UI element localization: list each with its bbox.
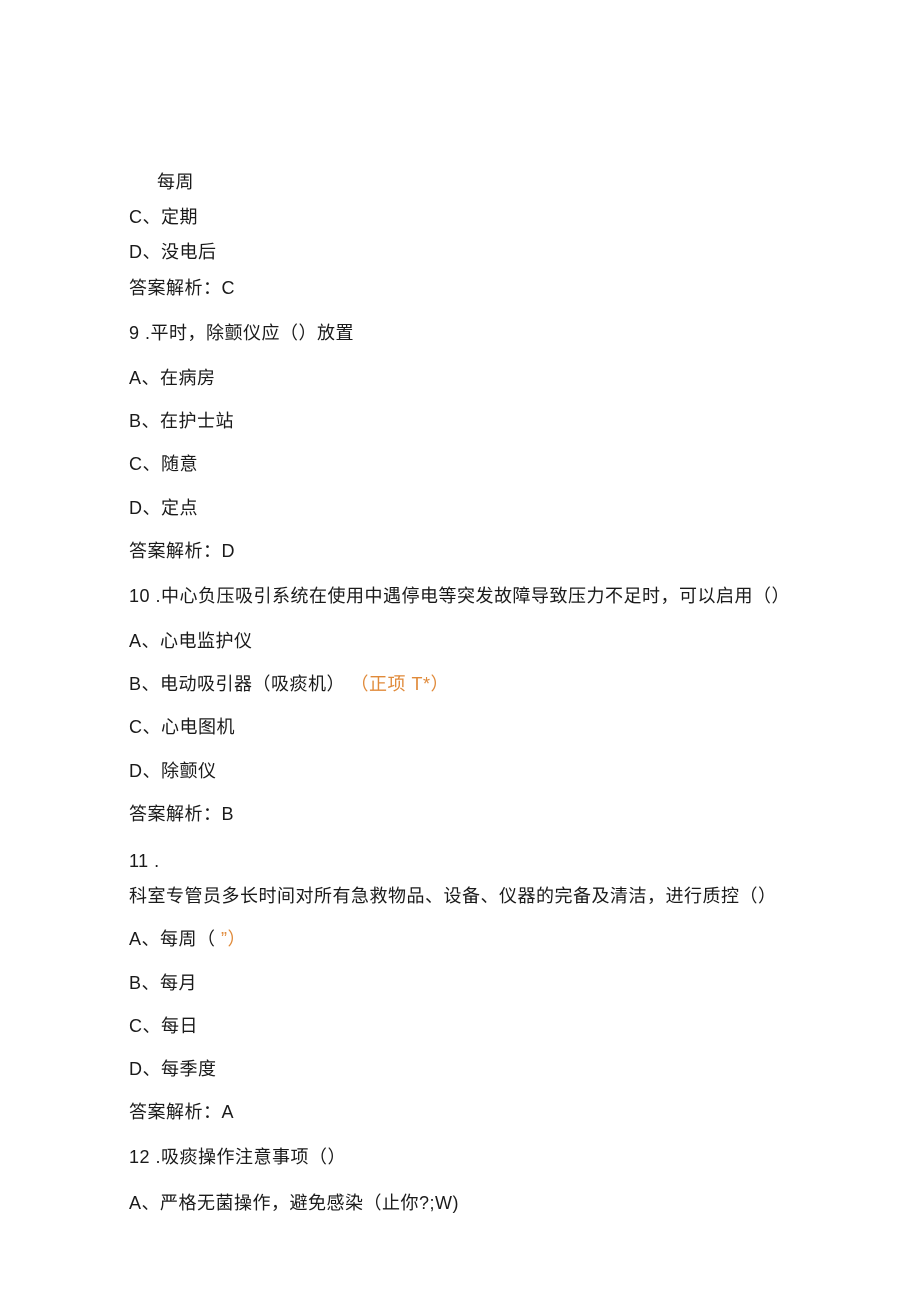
q10-option-b-main: B、电动吸引器（吸痰机） [129,674,345,694]
q12-option-a: A、严格无菌操作，避免感染（止你?;W) [129,1191,860,1216]
q9-option-a: A、在病房 [129,366,860,391]
q9-text: 9 .平时，除颤仪应（）放置 [129,321,860,346]
q11-option-c: C、每日 [129,1014,860,1039]
q11-num: 11 . [129,849,860,874]
q11-option-a: A、每周（ ”） [129,927,860,952]
q10-option-c: C、心电图机 [129,715,860,740]
q9-option-d: D、定点 [129,496,860,521]
q11-option-a-main: A、每周（ [129,929,221,949]
q10-answer: 答案解析：B [129,802,860,827]
q10-option-a: A、心电监护仪 [129,629,860,654]
q11-text: 科室专管员多长时间对所有急救物品、设备、仪器的完备及清洁，进行质控（） [129,884,860,909]
q11-answer: 答案解析：A [129,1100,860,1125]
q11-option-d: D、每季度 [129,1057,860,1082]
q11-option-b: B、每月 [129,971,860,996]
stray-line-1: 每周 [129,170,860,195]
q8-option-c: C、定期 [129,205,860,230]
q9-answer: 答案解析：D [129,539,860,564]
q10-text: 10 .中心负压吸引系统在使用中遇停电等突发故障导致压力不足时，可以启用（） [129,584,860,609]
q11-option-a-hint: ”） [221,929,246,949]
q10-option-d: D、除颤仪 [129,759,860,784]
q8-answer: 答案解析：C [129,276,860,301]
q8-option-d: D、没电后 [129,240,860,265]
q10-option-b: B、电动吸引器（吸痰机） （正项 T*） [129,672,860,697]
q9-option-c: C、随意 [129,452,860,477]
q10-option-b-hint: （正项 T*） [351,674,450,694]
q9-option-b: B、在护士站 [129,409,860,434]
q12-text: 12 .吸痰操作注意事项（） [129,1145,860,1170]
